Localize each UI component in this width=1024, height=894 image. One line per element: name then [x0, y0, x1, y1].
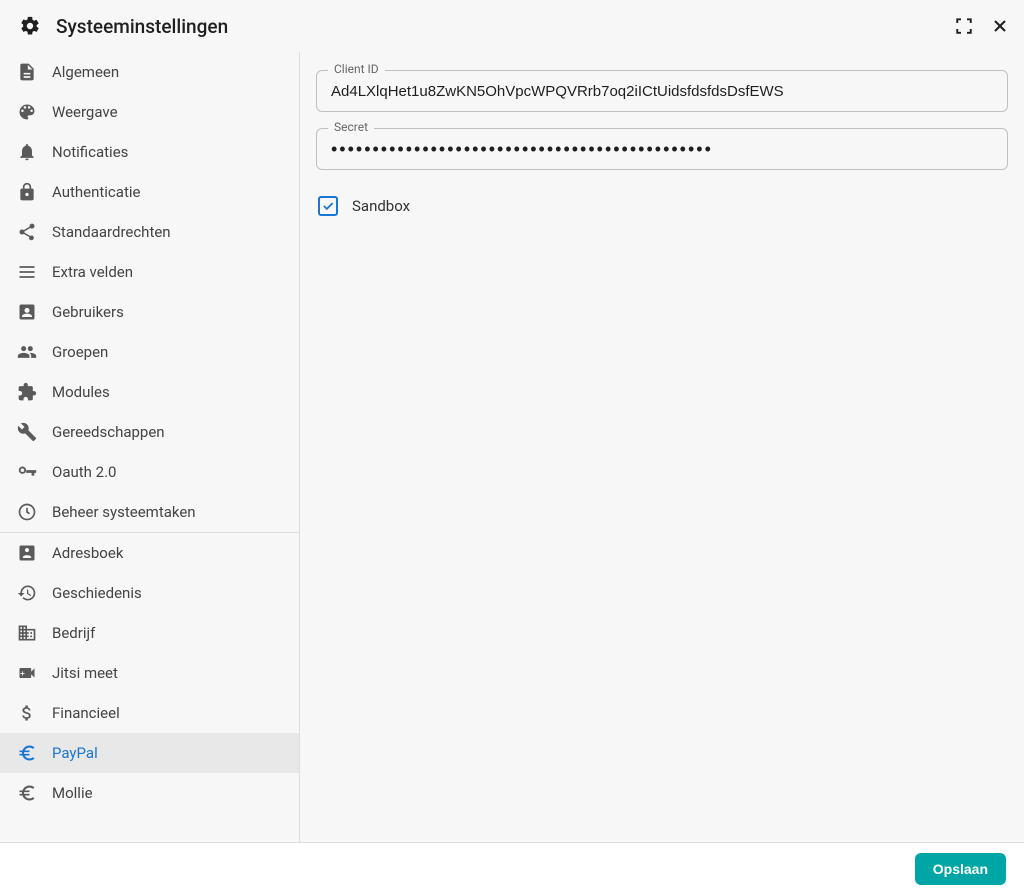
content-area: Algemeen Weergave Notificaties Authenticati…	[0, 52, 1024, 842]
sidebar-item-label: Financieel	[52, 704, 120, 722]
sidebar-item-oauth-2.0[interactable]: Oauth 2.0	[0, 452, 299, 492]
sidebar-item-label: Weergave	[52, 103, 118, 121]
sidebar-item-label: PayPal	[52, 744, 98, 762]
wrench-icon	[16, 421, 38, 443]
sidebar-item-mollie[interactable]: Mollie	[0, 773, 299, 813]
client-id-label: Client ID	[328, 62, 385, 76]
sandbox-label: Sandbox	[352, 197, 410, 215]
footer: Opslaan	[0, 842, 1024, 894]
sidebar-item-label: Mollie	[52, 784, 93, 802]
sidebar-item-extra-velden[interactable]: Extra velden	[0, 252, 299, 292]
secret-label: Secret	[328, 120, 374, 134]
sidebar-item-bedrijf[interactable]: Bedrijf	[0, 613, 299, 653]
sidebar-item-jitsi-meet[interactable]: Jitsi meet	[0, 653, 299, 693]
sidebar-item-label: Bedrijf	[52, 624, 95, 642]
sidebar-item-label: Geschiedenis	[52, 584, 142, 602]
client-id-field-wrapper: Client ID	[316, 70, 1008, 112]
header-left: Systeeminstellingen	[18, 14, 228, 38]
sandbox-checkbox[interactable]	[318, 196, 338, 216]
puzzle-icon	[16, 381, 38, 403]
share-icon	[16, 221, 38, 243]
user-icon	[16, 301, 38, 323]
sidebar-item-algemeen[interactable]: Algemeen	[0, 52, 299, 92]
bell-icon	[16, 141, 38, 163]
main-panel: Client ID Secret Sandbox	[300, 52, 1024, 842]
sidebar-item-label: Adresboek	[52, 544, 123, 562]
sidebar-item-label: Notificaties	[52, 143, 128, 161]
sidebar-item-gebruikers[interactable]: Gebruikers	[0, 292, 299, 332]
sidebar-item-adresboek[interactable]: Adresboek	[0, 533, 299, 573]
sidebar-item-label: Jitsi meet	[52, 664, 118, 682]
gear-icon	[18, 14, 42, 38]
client-id-input[interactable]	[316, 70, 1008, 112]
sidebar-item-modules[interactable]: Modules	[0, 372, 299, 412]
sidebar-item-beheer-systeemtaken[interactable]: Beheer systeemtaken	[0, 492, 299, 532]
dollar-icon	[16, 702, 38, 724]
group-icon	[16, 341, 38, 363]
sidebar-item-label: Extra velden	[52, 263, 133, 281]
list-icon	[16, 261, 38, 283]
sidebar-item-financieel[interactable]: Financieel	[0, 693, 299, 733]
key-icon	[16, 461, 38, 483]
sidebar-item-groepen[interactable]: Groepen	[0, 332, 299, 372]
sidebar-item-label: Gereedschappen	[52, 423, 165, 441]
euro-icon	[16, 782, 38, 804]
sidebar-item-label: Groepen	[52, 343, 108, 361]
sidebar-item-label: Algemeen	[52, 63, 119, 81]
sidebar-item-label: Beheer systeemtaken	[52, 503, 196, 521]
sidebar-item-label: Oauth 2.0	[52, 463, 116, 481]
sidebar-item-weergave[interactable]: Weergave	[0, 92, 299, 132]
sidebar-item-standaardrechten[interactable]: Standaardrechten	[0, 212, 299, 252]
sidebar-item-paypal[interactable]: PayPal	[0, 733, 299, 773]
business-icon	[16, 622, 38, 644]
header-right	[952, 14, 1012, 38]
palette-icon	[16, 101, 38, 123]
history-icon	[16, 582, 38, 604]
sidebar-item-authenticatie[interactable]: Authenticatie	[0, 172, 299, 212]
save-button[interactable]: Opslaan	[915, 853, 1006, 885]
video-icon	[16, 662, 38, 684]
fullscreen-icon[interactable]	[952, 14, 976, 38]
document-icon	[16, 61, 38, 83]
lock-icon	[16, 181, 38, 203]
sidebar-item-notificaties[interactable]: Notificaties	[0, 132, 299, 172]
secret-input[interactable]	[316, 128, 1008, 170]
page-title: Systeeminstellingen	[56, 15, 228, 38]
close-icon[interactable]	[988, 14, 1012, 38]
euro-icon	[16, 742, 38, 764]
addressbook-icon	[16, 542, 38, 564]
secret-field-wrapper: Secret	[316, 128, 1008, 170]
sidebar-item-label: Modules	[52, 383, 110, 401]
header: Systeeminstellingen	[0, 0, 1024, 52]
sandbox-row: Sandbox	[316, 196, 1008, 216]
sidebar-item-label: Gebruikers	[52, 303, 124, 321]
sidebar-item-label: Authenticatie	[52, 183, 140, 201]
sidebar-item-gereedschappen[interactable]: Gereedschappen	[0, 412, 299, 452]
sidebar-item-geschiedenis[interactable]: Geschiedenis	[0, 573, 299, 613]
sidebar: Algemeen Weergave Notificaties Authenticati…	[0, 52, 300, 842]
sidebar-item-label: Standaardrechten	[52, 223, 171, 241]
clock-icon	[16, 501, 38, 523]
